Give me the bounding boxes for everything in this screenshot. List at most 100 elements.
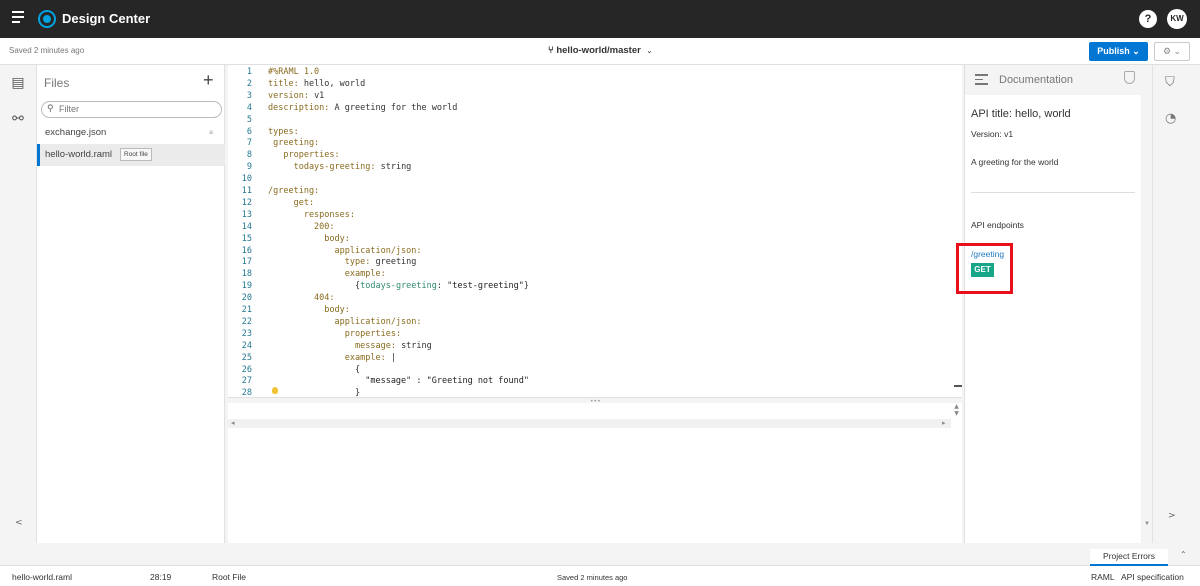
line-number: 1 [246,67,252,77]
code-line[interactable]: 12 get: [228,197,955,209]
code-line[interactable]: 4 description: A greeting for the world [228,102,955,114]
scroll-left-icon[interactable]: ◂ [231,419,235,427]
top-bar: Design Center ? KW [0,0,1200,38]
dependencies-icon[interactable]: ⚯ [11,111,25,127]
collapse-left-icon[interactable]: < [15,518,23,528]
code-line[interactable]: 1 #%RAML 1.0 [228,66,955,78]
code-line[interactable]: 7 greeting: [228,137,955,149]
saved-status: Saved 2 minutes ago [9,46,85,55]
code-text: version: v1 [268,90,325,101]
code-text: greeting: [268,138,320,149]
line-number: 21 [241,305,252,315]
documentation-title: Documentation [999,74,1073,86]
code-line[interactable]: 16 application/json: [228,245,955,257]
add-file-button[interactable]: + [203,70,214,91]
file-name: hello-world.raml [45,149,113,160]
scroll-right-icon[interactable]: ▸ [942,419,946,427]
scroll-down-icon[interactable]: ▼ [1144,521,1150,527]
line-number: 6 [246,126,252,137]
code-line[interactable]: 13 responses: [228,209,955,221]
status-language: RAML [1091,572,1115,582]
line-number: 15 [241,233,252,244]
code-text: types: [268,126,299,137]
code-line[interactable]: 21 body: [228,304,955,316]
code-line[interactable]: 24 message: string [228,340,955,352]
code-text: body: [268,233,350,244]
bookmark-icon[interactable]: ⛉ [1165,75,1175,90]
line-number: 5 [246,114,252,125]
help-button[interactable]: ? [1139,10,1157,28]
code-text: application/json: [268,245,422,256]
code-line[interactable]: 19 {todays-greeting: "test-greeting"} [228,280,955,292]
drag-handle-icon[interactable]: ••• [590,398,601,405]
code-text: responses: [268,209,355,220]
project-errors-tab[interactable]: Project Errors [1090,549,1168,566]
lightbulb-icon[interactable] [272,387,278,394]
line-number: 4 [246,102,252,113]
line-number: 10 [241,174,252,185]
file-item-exchange-json[interactable]: exchange.json 🔒︎ [37,122,225,144]
filter-box[interactable]: ⚲ [41,101,222,118]
code-line[interactable]: 3 version: v1 [228,90,955,102]
code-line[interactable]: 5 [228,114,955,126]
code-line[interactable]: 14 200: [228,221,955,233]
branch-icon: ⑂ [548,45,554,56]
list-icon[interactable] [975,74,988,88]
publish-button[interactable]: Publish ⌄ [1089,42,1148,61]
editor-splitter[interactable]: ••• [228,397,962,405]
line-number: 12 [241,197,252,208]
code-line[interactable]: 28 } [228,387,955,397]
code-line[interactable]: 23 properties: [228,328,955,340]
file-item-hello-world-raml[interactable]: hello-world.raml Root file [37,144,225,166]
code-area[interactable]: 1 #%RAML 1.0 2 title: hello, world 3 version:… [228,65,955,397]
shield-icon[interactable] [1124,71,1135,84]
project-bar: Saved 2 minutes ago ⑂ hello-world/master… [0,38,1200,65]
filter-input[interactable] [59,104,209,114]
code-text: 200: [268,221,335,232]
code-text: application/json: [268,316,422,327]
root-file-badge: Root file [120,148,152,161]
branch-selector[interactable]: ⑂ hello-world/master ⌄ [548,45,652,56]
code-line[interactable]: 27 "message" : "Greeting not found" [228,375,955,387]
lock-icon: 🔒︎ [209,127,214,136]
code-text: body: [268,305,350,315]
line-number: 20 [241,293,252,304]
scroll-marker [954,385,962,387]
files-icon[interactable]: ▤ [11,75,25,91]
line-number: 8 [246,150,252,161]
code-line[interactable]: 8 properties: [228,149,955,161]
code-line[interactable]: 20 404: [228,292,955,304]
code-line[interactable]: 22 application/json: [228,316,955,328]
line-number: 19 [241,281,252,292]
chevron-down-icon: ⌄ [646,48,653,55]
line-number: 26 [241,364,252,375]
api-title: API title: hello, world [971,108,1071,120]
vertical-scrollbar[interactable]: ▲ ▼ [951,403,962,429]
code-line[interactable]: 25 example: | [228,352,955,364]
settings-button[interactable]: ⚙ ⌄ [1154,42,1190,61]
status-file: hello-world.raml [12,572,72,582]
files-panel: Files + ⚲ exchange.json 🔒︎ hello-world.r… [37,65,225,543]
code-line[interactable]: 18 example: [228,268,955,280]
errors-bar: Project Errors ⌃ [0,543,1200,566]
code-line[interactable]: 26 { [228,364,955,376]
user-avatar[interactable]: KW [1167,9,1187,29]
code-line[interactable]: 15 body: [228,233,955,245]
horizontal-scrollbar[interactable]: ◂ ▸ [228,419,951,428]
code-line[interactable]: 9 todays-greeting: string [228,161,955,173]
code-line[interactable]: 10 [228,173,955,185]
collapse-right-icon[interactable]: > [1168,511,1176,521]
code-editor[interactable]: 1 #%RAML 1.0 2 title: hello, world 3 version:… [228,65,962,543]
code-line[interactable]: 2 title: hello, world [228,78,955,90]
code-text: title: hello, world [268,78,366,89]
chevron-up-icon[interactable]: ⌃ [1180,550,1187,559]
documentation-header: Documentation [965,65,1141,95]
code-line[interactable]: 17 type: greeting [228,256,955,268]
line-number: 27 [241,376,252,387]
line-number: 17 [241,257,252,268]
mocking-service-icon[interactable]: ◔ [1165,111,1176,126]
menu-icon[interactable] [12,11,24,25]
code-line[interactable]: 11/greeting: [228,185,955,197]
file-name: exchange.json [45,127,107,138]
code-line[interactable]: 6 types: [228,126,955,138]
